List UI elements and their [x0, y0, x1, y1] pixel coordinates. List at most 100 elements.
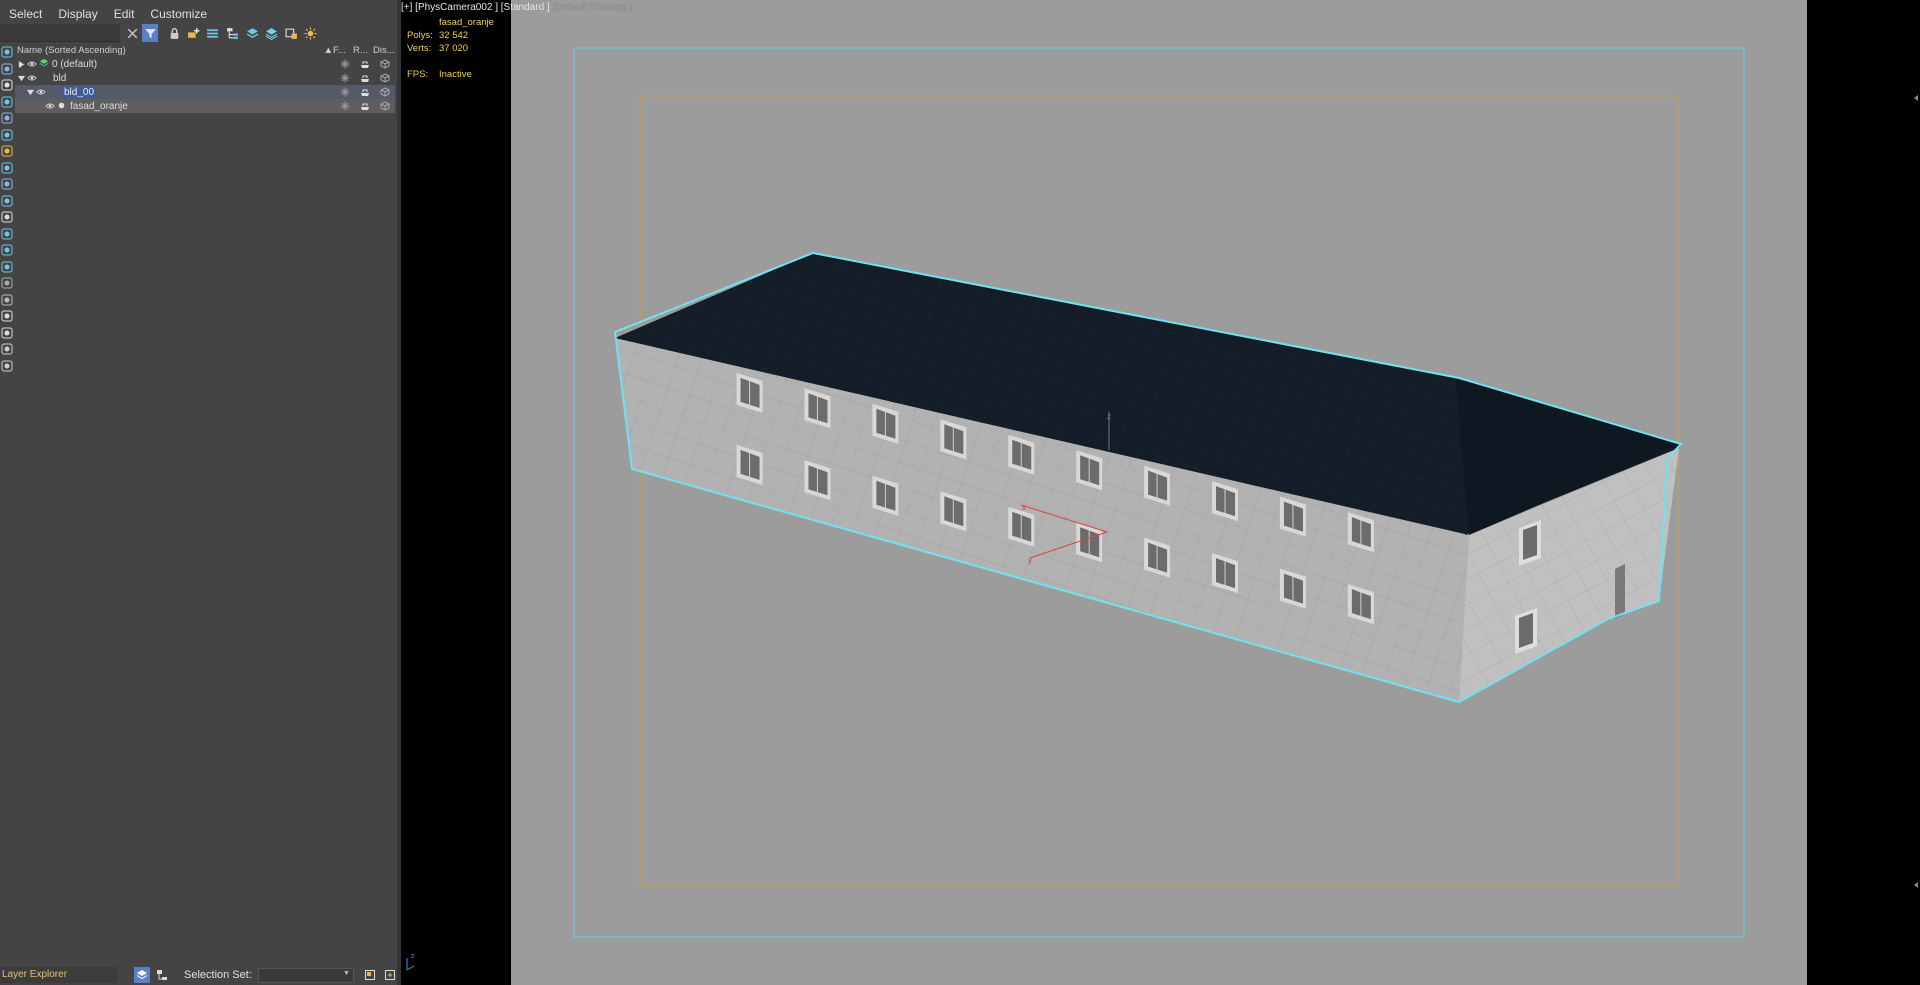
render-teapot-icon[interactable]: [355, 87, 375, 97]
search-input[interactable]: [0, 24, 120, 42]
layer-props-icon[interactable]: [283, 24, 299, 42]
window: [1519, 520, 1541, 566]
close-filter-icon[interactable]: [124, 24, 140, 42]
window: [1515, 608, 1537, 654]
explorer-filter-icon[interactable]: [1, 178, 13, 190]
layer-stack-icon[interactable]: [204, 24, 220, 42]
layer-explorer-panel: Select Display Edit Customize Name (Sort…: [0, 0, 400, 985]
stats-fps-label: FPS:: [407, 69, 429, 80]
explorer-filter-icon[interactable]: [1, 360, 13, 372]
default-layer-icon: [39, 58, 49, 71]
explorer-filter-icon[interactable]: [1, 112, 13, 124]
expand-arrow-icon[interactable]: [1914, 882, 1918, 888]
display-box-icon[interactable]: [375, 59, 395, 69]
display-box-icon[interactable]: [375, 87, 395, 97]
explorer-filter-icon[interactable]: [1, 46, 13, 58]
filter-icon[interactable]: [142, 24, 158, 42]
render-teapot-icon[interactable]: [355, 101, 375, 111]
hierarchy-icon[interactable]: [224, 24, 240, 42]
world-axis-tripod: z: [406, 953, 415, 971]
explorer-bottom-bar: Layer Explorer Selection Set:: [0, 965, 400, 985]
explorer-filter-icon[interactable]: [1, 211, 13, 223]
command-panel-collapsed: [1807, 0, 1920, 985]
column-display[interactable]: Dis...: [373, 45, 395, 57]
tree-row-label[interactable]: bld_00: [62, 86, 97, 98]
render-teapot-icon[interactable]: [355, 59, 375, 69]
explorer-filter-icon[interactable]: [1, 129, 13, 141]
gizmo-axis-x-label: x: [1022, 503, 1026, 512]
stats-object-name: fasad_oranje: [439, 17, 494, 28]
door: [1615, 564, 1625, 619]
freeze-icon[interactable]: [335, 73, 355, 83]
tree-row[interactable]: bld_00: [15, 85, 395, 99]
freeze-icon[interactable]: [335, 101, 355, 111]
gizmo-axis-y-label: y: [1028, 556, 1032, 565]
tree-row-label[interactable]: 0 (default): [52, 59, 97, 70]
explorer-filter-icon[interactable]: [1, 195, 13, 207]
visibility-eye-icon[interactable]: [27, 59, 37, 69]
object-dot-icon: [58, 101, 65, 112]
display-box-icon[interactable]: [375, 101, 395, 111]
expand-arrow-icon[interactable]: [1914, 95, 1918, 101]
explorer-filter-icon[interactable]: [1, 327, 13, 339]
stats-polys-label: Polys:: [407, 30, 433, 41]
explorer-filter-icon[interactable]: [1, 294, 13, 306]
viewport-label-menu[interactable]: [+] [PhysCamera002 ] [Standard ] [Defaul…: [401, 2, 632, 13]
explorer-filter-icon[interactable]: [1, 145, 13, 157]
viewport-label-shading[interactable]: [Default Shading ]: [552, 2, 632, 13]
layers-icon[interactable]: [244, 24, 260, 42]
explorer-filter-icon[interactable]: [1, 228, 13, 240]
freeze-icon[interactable]: [335, 59, 355, 69]
selection-set-dropdown[interactable]: [257, 967, 354, 983]
tree-row[interactable]: bld: [15, 71, 395, 85]
explorer-filter-icon[interactable]: [1, 261, 13, 273]
explorer-filter-icon[interactable]: [1, 162, 13, 174]
explorer-filter-icon[interactable]: [1, 277, 13, 289]
visibility-eye-icon[interactable]: [36, 87, 46, 97]
tree-header: Name (Sorted Ascending) ▲ F... R... Dis.…: [15, 45, 395, 57]
column-name[interactable]: Name (Sorted Ascending): [15, 45, 323, 57]
visibility-eye-icon[interactable]: [27, 73, 37, 83]
create-selection-set-icon[interactable]: [382, 967, 398, 983]
layer-tree: Name (Sorted Ascending) ▲ F... R... Dis.…: [15, 45, 395, 113]
explorer-name-field[interactable]: Layer Explorer: [0, 967, 118, 983]
explorer-filter-icon[interactable]: [1, 310, 13, 322]
explorer-filter-icon[interactable]: [1, 63, 13, 75]
expand-arrow-icon[interactable]: [17, 60, 25, 68]
collapse-arrow-icon[interactable]: [26, 88, 34, 96]
column-freeze[interactable]: F...: [333, 45, 349, 57]
explorer-filter-icon[interactable]: [1, 79, 13, 91]
explorer-toolbar: [0, 24, 397, 43]
create-layer-icon[interactable]: [185, 24, 201, 42]
viewport-label-main[interactable]: [+] [PhysCamera002 ] [Standard ]: [401, 2, 550, 13]
explorer-filter-icon[interactable]: [1, 96, 13, 108]
visibility-eye-icon[interactable]: [45, 101, 55, 111]
tree-row[interactable]: fasad_oranje: [15, 99, 395, 113]
column-render[interactable]: R...: [353, 45, 369, 57]
scene-canvas[interactable]: z x y z: [401, 0, 1807, 985]
camera-viewport[interactable]: z x y z [+] [PhysCamera002 ] [Standard ]…: [401, 0, 1807, 985]
render-teapot-icon[interactable]: [355, 73, 375, 83]
menu-select[interactable]: Select: [0, 7, 50, 21]
layers-alt-icon[interactable]: [263, 24, 279, 42]
gizmo-axis-z-label: z: [1107, 412, 1111, 421]
building-model[interactable]: [614, 251, 1683, 704]
edit-selection-set-icon[interactable]: [362, 967, 378, 983]
menu-customize[interactable]: Customize: [142, 7, 215, 21]
layer-explorer-icon[interactable]: [134, 967, 150, 983]
explorer-filter-icon[interactable]: [1, 343, 13, 355]
lock-icon[interactable]: [166, 24, 182, 42]
tree-row-label[interactable]: fasad_oranje: [70, 101, 128, 112]
explorer-filter-icon[interactable]: [1, 244, 13, 256]
tree-row[interactable]: 0 (default): [15, 57, 395, 71]
sun-icon[interactable]: [302, 24, 318, 42]
explorer-icon-strip: [0, 46, 14, 371]
menu-display[interactable]: Display: [50, 7, 105, 21]
tree-row-label[interactable]: bld: [53, 73, 66, 84]
freeze-icon[interactable]: [335, 87, 355, 97]
menu-edit[interactable]: Edit: [106, 7, 143, 21]
collapse-arrow-icon[interactable]: [17, 74, 25, 82]
viewport-statistics: fasad_oranje Polys: 32 542 Verts: 37 020 F…: [407, 16, 494, 81]
display-box-icon[interactable]: [375, 73, 395, 83]
scene-explorer-icon[interactable]: [154, 967, 170, 983]
